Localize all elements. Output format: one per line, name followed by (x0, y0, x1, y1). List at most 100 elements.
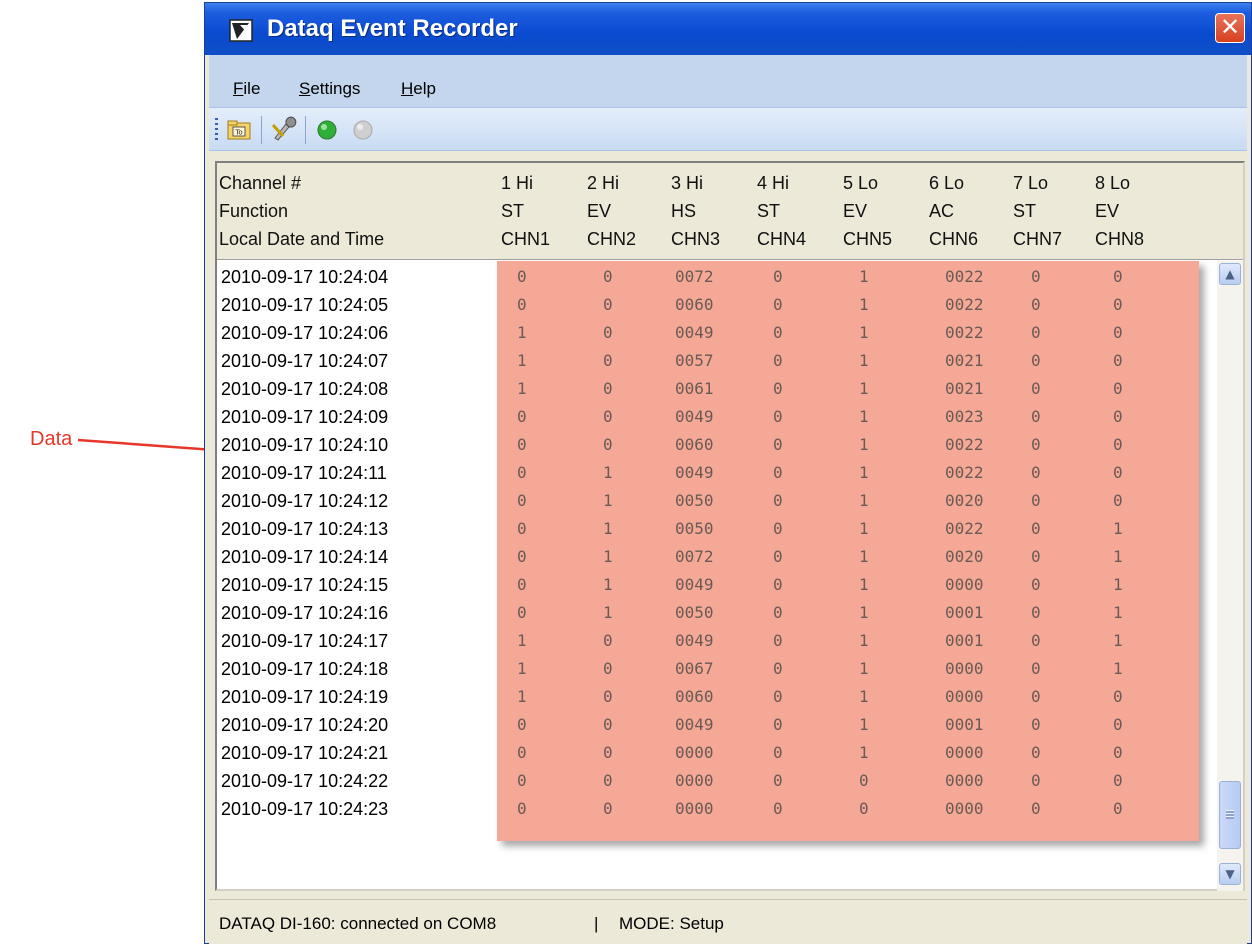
column-header-name: CHN4 (757, 229, 807, 249)
value-cell: 0 (773, 743, 783, 762)
value-cell: 1 (1113, 575, 1123, 594)
value-cell: 0050 (675, 603, 714, 622)
column-header-channel: 2 Hi (587, 173, 620, 193)
value-cell: 1 (603, 547, 613, 566)
value-cell: 0050 (675, 519, 714, 538)
table-row[interactable]: 2010-09-17 10:24:12 0 1 0050 0 1 0020 0 0 (217, 487, 1197, 515)
tools-icon[interactable] (269, 116, 297, 144)
table-row[interactable]: 2010-09-17 10:24:15 0 1 0049 0 1 0000 0 1 (217, 571, 1197, 599)
toolbar-grip-icon[interactable] (215, 118, 218, 140)
table-row[interactable]: 2010-09-17 10:24:06 1 0 0049 0 1 0022 0 0 (217, 319, 1197, 347)
column-header[interactable]: 1 Hi ST CHN1 (501, 169, 550, 253)
value-cell: 0 (773, 295, 783, 314)
table-row[interactable]: 2010-09-17 10:24:20 0 0 0049 0 1 0001 0 0 (217, 711, 1197, 739)
table-row[interactable]: 2010-09-17 10:24:21 0 0 0000 0 1 0000 0 0 (217, 739, 1197, 767)
value-cell: 0049 (675, 631, 714, 650)
value-cell: 0 (1113, 295, 1123, 314)
table-row[interactable]: 2010-09-17 10:24:18 1 0 0067 0 1 0000 0 1 (217, 655, 1197, 683)
timestamp-cell: 2010-09-17 10:24:10 (221, 435, 389, 455)
value-cell: 0 (1113, 463, 1123, 482)
start-icon[interactable] (313, 116, 341, 144)
table-row[interactable]: 2010-09-17 10:24:05 0 0 0060 0 1 0022 0 0 (217, 291, 1197, 319)
value-cell: 0 (517, 575, 527, 594)
value-cell: 0 (603, 435, 613, 454)
table-row[interactable]: 2010-09-17 10:24:04 0 0 0072 0 1 0022 0 0 (217, 263, 1197, 291)
value-cell: 0000 (945, 659, 984, 678)
scroll-thumb[interactable] (1219, 781, 1241, 849)
table-row[interactable]: 2010-09-17 10:24:16 0 1 0050 0 1 0001 0 1 (217, 599, 1197, 627)
toolbar: To (209, 107, 1247, 151)
value-cell: 0050 (675, 491, 714, 510)
toolbar-separator (305, 116, 306, 144)
column-header-channel: 7 Lo (1013, 173, 1049, 193)
value-cell: 0 (517, 743, 527, 762)
table-row[interactable]: 2010-09-17 10:24:22 0 0 0000 0 0 0000 0 0 (217, 767, 1197, 795)
menu-bar: File Settings Help (209, 55, 1247, 107)
close-button[interactable]: ✕ (1215, 13, 1245, 43)
toolbar-separator (261, 116, 262, 144)
table-row[interactable]: 2010-09-17 10:24:14 0 1 0072 0 1 0020 0 1 (217, 543, 1197, 571)
menu-help[interactable]: Help (401, 79, 436, 99)
value-cell: 0022 (945, 463, 984, 482)
value-cell: 0 (773, 575, 783, 594)
timestamp-cell: 2010-09-17 10:24:04 (221, 267, 389, 287)
value-cell: 1 (859, 435, 869, 454)
chevron-up-icon: ▲ (1225, 267, 1235, 281)
table-row[interactable]: 2010-09-17 10:24:08 1 0 0061 0 1 0021 0 0 (217, 375, 1197, 403)
vertical-scrollbar[interactable]: ▲ ▼ (1217, 261, 1243, 891)
value-cell: 1 (859, 379, 869, 398)
column-header-channel: 8 Lo (1095, 173, 1131, 193)
scroll-up-button[interactable]: ▲ (1219, 263, 1241, 285)
column-header[interactable]: 2 Hi EV CHN2 (587, 169, 636, 253)
value-cell: 0 (1031, 715, 1041, 734)
value-cell: 0049 (675, 575, 714, 594)
table-row[interactable]: 2010-09-17 10:24:09 0 0 0049 0 1 0023 0 0 (217, 403, 1197, 431)
value-cell: 0 (1113, 407, 1123, 426)
window-title: Dataq Event Recorder (267, 15, 518, 42)
column-header[interactable]: 4 Hi ST CHN4 (757, 169, 806, 253)
value-cell: 1 (859, 687, 869, 706)
value-cell: 0 (773, 435, 783, 454)
menu-file[interactable]: File (233, 79, 260, 99)
value-cell: 0 (773, 547, 783, 566)
value-cell: 0 (1113, 771, 1123, 790)
table-row[interactable]: 2010-09-17 10:24:10 0 0 0060 0 1 0022 0 0 (217, 431, 1197, 459)
stop-icon[interactable] (349, 116, 377, 144)
value-cell: 0 (517, 771, 527, 790)
table-row[interactable]: 2010-09-17 10:24:13 0 1 0050 0 1 0022 0 1 (217, 515, 1197, 543)
value-cell: 1 (603, 575, 613, 594)
column-header-name: CHN6 (929, 229, 979, 249)
column-header[interactable]: 7 Lo ST CHN7 (1013, 169, 1062, 253)
value-cell: 1 (517, 659, 527, 678)
value-cell: 0 (517, 715, 527, 734)
scroll-down-button[interactable]: ▼ (1219, 863, 1241, 885)
column-header[interactable]: 8 Lo EV CHN8 (1095, 169, 1144, 253)
value-cell: 1 (1113, 603, 1123, 622)
value-cell: 0 (603, 323, 613, 342)
table-row[interactable]: 2010-09-17 10:24:23 0 0 0000 0 0 0000 0 0 (217, 795, 1197, 823)
value-cell: 0 (859, 771, 869, 790)
value-cell: 0 (1031, 295, 1041, 314)
open-config-icon[interactable]: To (225, 116, 253, 144)
menu-settings[interactable]: Settings (299, 79, 360, 99)
column-header-channel: 4 Hi (757, 173, 790, 193)
table-row[interactable]: 2010-09-17 10:24:07 1 0 0057 0 1 0021 0 0 (217, 347, 1197, 375)
value-cell: 0 (1031, 603, 1041, 622)
value-cell: 1 (859, 407, 869, 426)
value-cell: 0060 (675, 435, 714, 454)
column-header[interactable]: 6 Lo AC CHN6 (929, 169, 978, 253)
value-cell: 1 (517, 687, 527, 706)
title-bar[interactable]: Dataq Event Recorder ✕ (205, 3, 1251, 55)
table-row[interactable]: 2010-09-17 10:24:19 1 0 0060 0 1 0000 0 0 (217, 683, 1197, 711)
timestamp-cell: 2010-09-17 10:24:06 (221, 323, 389, 343)
timestamp-cell: 2010-09-17 10:24:13 (221, 519, 389, 539)
column-header-function: EV (843, 201, 868, 221)
table-row[interactable]: 2010-09-17 10:24:17 1 0 0049 0 1 0001 0 1 (217, 627, 1197, 655)
column-header[interactable]: 3 Hi HS CHN3 (671, 169, 720, 253)
column-header-name: CHN5 (843, 229, 893, 249)
column-header[interactable]: 5 Lo EV CHN5 (843, 169, 892, 253)
timestamp-cell: 2010-09-17 10:24:21 (221, 743, 389, 763)
table-row[interactable]: 2010-09-17 10:24:11 0 1 0049 0 1 0022 0 0 (217, 459, 1197, 487)
menu-file-label: File (233, 79, 261, 98)
value-cell: 0 (603, 659, 613, 678)
